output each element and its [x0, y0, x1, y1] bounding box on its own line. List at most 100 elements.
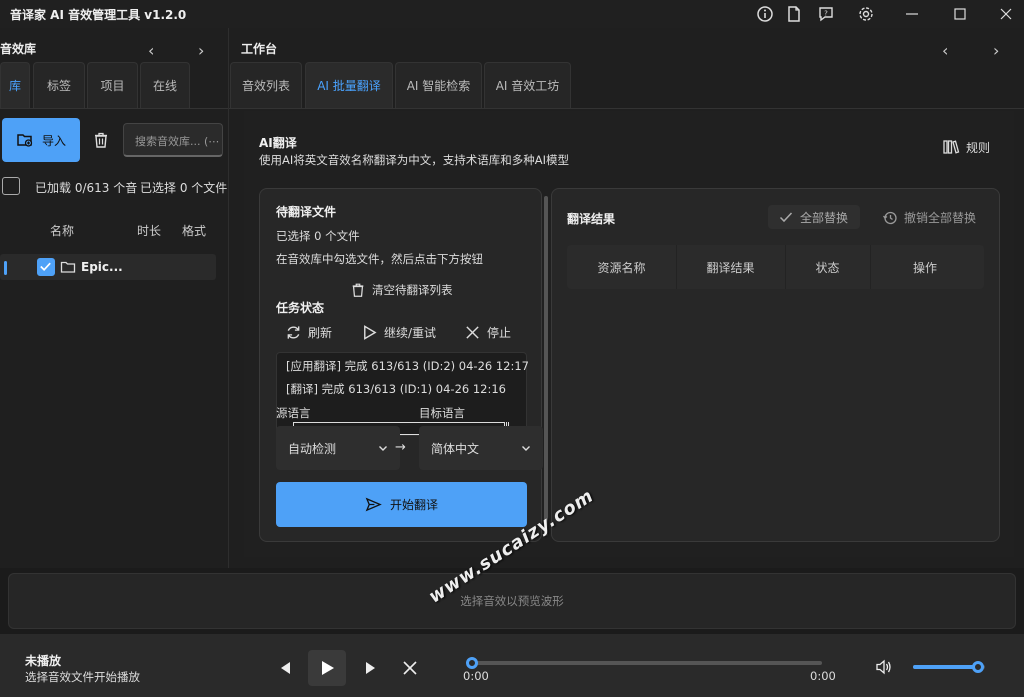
target-lang-label: 目标语言 [419, 406, 465, 420]
gear-icon[interactable] [857, 5, 875, 23]
clear-pending-label: 清空待翻译列表 [372, 283, 453, 297]
app-title: 音译家 AI 音效管理工具 v1.2.0 [10, 8, 187, 22]
next-icon[interactable] [363, 659, 379, 677]
column-duration[interactable]: 时长 [137, 222, 161, 239]
library-header: 音效库 [0, 42, 37, 56]
tab-online[interactable]: 在线 [140, 62, 190, 108]
target-lang-value: 简体中文 [431, 441, 480, 456]
replace-all-label: 全部替换 [800, 210, 849, 225]
column-translation[interactable]: 翻译结果 [676, 245, 785, 289]
search-input[interactable]: 搜索音效库... (⋯ [123, 123, 223, 157]
books-icon [942, 138, 960, 156]
send-icon [365, 496, 382, 513]
maximize-button[interactable] [950, 4, 970, 24]
log-line: [应用翻译] 完成 613/613 (ID:2) 04-26 12:17 [286, 359, 529, 373]
info-icon[interactable] [756, 5, 774, 23]
player-status: 未播放 [25, 654, 62, 668]
stop-label: 停止 [487, 326, 512, 340]
column-format[interactable]: 格式 [182, 222, 206, 239]
results-card [551, 188, 1000, 542]
check-icon [778, 209, 794, 225]
rules-label: 规则 [966, 140, 991, 155]
trash-icon [350, 282, 366, 298]
folder-icon [60, 259, 76, 275]
play-outline-icon [361, 324, 378, 341]
tab-ai-workshop[interactable]: AI 音效工坊 [484, 62, 571, 108]
loaded-status: 已加载 0/613 个音 [35, 181, 138, 195]
previous-icon[interactable] [277, 659, 293, 677]
chevron-left-icon[interactable]: ‹ [942, 43, 948, 59]
select-all-checkbox[interactable] [2, 177, 20, 195]
folder-add-icon [16, 131, 34, 149]
refresh-icon [285, 324, 302, 341]
volume-fill [913, 665, 978, 669]
time-current: 0:00 [463, 669, 489, 683]
start-translate-button[interactable]: 开始翻译 [276, 482, 527, 527]
tab-ai-batch-translate[interactable]: AI 批量翻译 [305, 62, 393, 108]
clear-pending-button[interactable]: 清空待翻译列表 [350, 282, 453, 298]
replace-all-button[interactable]: 全部替换 [768, 205, 860, 229]
splitter-handle[interactable] [544, 196, 548, 536]
ai-description: 使用AI将英文音效名称翻译为中文，支持术语库和多种AI模型 [259, 153, 570, 167]
column-actions[interactable]: 操作 [870, 245, 980, 289]
resume-button[interactable]: 继续/重试 [361, 324, 436, 341]
pending-title: 待翻译文件 [276, 205, 337, 219]
progress-slider[interactable] [472, 661, 822, 665]
results-title: 翻译结果 [567, 212, 616, 226]
document-icon[interactable] [785, 5, 803, 23]
time-total: 0:00 [810, 669, 836, 683]
play-icon [318, 659, 336, 677]
trash-icon[interactable] [92, 131, 110, 149]
player-bar [0, 634, 1024, 697]
row-checkbox[interactable] [37, 258, 55, 276]
volume-icon[interactable] [875, 659, 893, 675]
tab-ai-search[interactable]: AI 智能检索 [395, 62, 482, 108]
import-button[interactable]: 导入 [2, 118, 80, 162]
svg-text:?: ? [824, 10, 828, 18]
minimize-button[interactable] [902, 4, 922, 24]
source-lang-label: 源语言 [276, 406, 311, 420]
arrow-icon: → [395, 440, 406, 455]
target-lang-select[interactable]: 简体中文 [419, 426, 543, 470]
resume-label: 继续/重试 [384, 326, 437, 340]
undo-all-label: 撤销全部替换 [904, 211, 977, 225]
task-title: 任务状态 [276, 301, 325, 315]
stop-button[interactable]: 停止 [464, 324, 511, 341]
start-translate-label: 开始翻译 [389, 498, 438, 512]
player-hint: 选择音效文件开始播放 [25, 670, 140, 684]
progress-handle[interactable] [466, 657, 478, 669]
column-name[interactable]: 名称 [50, 222, 74, 239]
log-line: [翻译] 完成 613/613 (ID:1) 04-26 12:16 [286, 382, 506, 396]
volume-handle[interactable] [971, 661, 984, 673]
chevron-down-icon [378, 443, 388, 453]
undo-all-button[interactable]: 撤销全部替换 [882, 209, 976, 226]
selection-indicator [4, 261, 7, 275]
stop-icon[interactable] [401, 659, 419, 677]
tab-library[interactable]: 库 [0, 62, 30, 108]
tab-tags[interactable]: 标签 [33, 62, 85, 108]
source-lang-value: 自动检测 [288, 441, 337, 456]
close-button[interactable] [996, 4, 1016, 24]
history-icon [882, 210, 898, 226]
source-lang-select[interactable]: 自动检测 [276, 426, 400, 470]
tab-projects[interactable]: 项目 [87, 62, 138, 108]
row-name: Epic... [81, 260, 123, 274]
refresh-button[interactable]: 刷新 [285, 324, 332, 341]
pending-hint: 在音效库中勾选文件，然后点击下方按钮 [276, 252, 483, 266]
chevron-left-icon[interactable]: ‹ [148, 43, 154, 59]
pending-selected: 已选择 0 个文件 [276, 229, 360, 243]
chevron-right-icon[interactable]: › [993, 43, 999, 59]
import-label: 导入 [41, 133, 66, 148]
selected-status: 已选择 0 个文件 [140, 181, 228, 195]
rules-button[interactable]: 规则 [942, 138, 990, 156]
help-chat-icon[interactable]: ? [817, 5, 835, 23]
tab-sound-list[interactable]: 音效列表 [230, 62, 302, 108]
library-panel [0, 28, 228, 568]
column-status[interactable]: 状态 [785, 245, 870, 289]
chevron-down-icon [521, 443, 531, 453]
tab-divider [229, 108, 1024, 109]
waveform-hint: 选择音效以预览波形 [460, 594, 564, 608]
column-resource-name[interactable]: 资源名称 [567, 245, 676, 289]
ai-title: AI翻译 [259, 136, 297, 150]
chevron-right-icon[interactable]: › [198, 43, 204, 59]
